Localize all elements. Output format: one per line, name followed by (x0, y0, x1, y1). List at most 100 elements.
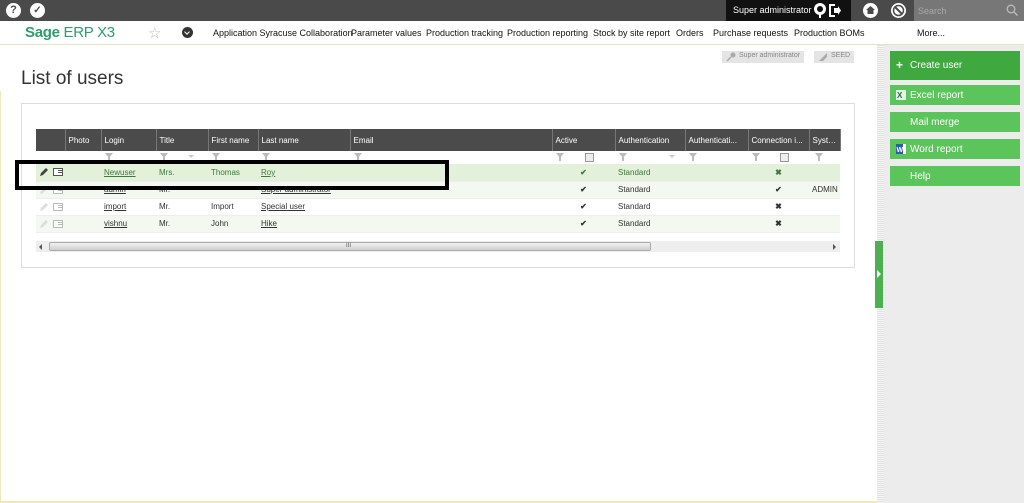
table-row[interactable]: vishnu Mr. John Hike ✔ Standard ✖ (36, 215, 840, 233)
cell-photo (65, 198, 101, 216)
cell-system (809, 215, 840, 233)
scrollbar-thumb[interactable]: III (49, 242, 651, 251)
filter-cell (685, 151, 748, 164)
menu-item-production-reporting[interactable]: Production reporting (507, 28, 588, 38)
filter-icon[interactable] (160, 153, 168, 161)
menu-item-parameter-values[interactable]: Parameter values (351, 28, 422, 38)
filter-cell (809, 151, 840, 164)
tag-seed[interactable]: SEED (814, 51, 855, 63)
user-name[interactable]: Super administrator (733, 5, 812, 15)
menu-item-production-tracking[interactable]: Production tracking (426, 28, 503, 38)
cell-system: ADMIN (809, 181, 840, 199)
menu-item-more[interactable]: More... (917, 28, 945, 38)
cell-title: Mr. (156, 215, 208, 233)
logo-bold: Sage (25, 24, 60, 41)
logout-icon[interactable] (829, 4, 841, 17)
connection-cross-icon: ✖ (748, 215, 809, 233)
menu-bar: Sage ERP X3 ☆ Application Syracuse Colla… (0, 21, 1024, 45)
action-label: Mail merge (910, 117, 960, 128)
cell-first-name: John (208, 215, 258, 233)
annotation-highlight-box (15, 160, 449, 190)
filter-icon[interactable] (212, 153, 220, 161)
tools-icon[interactable]: ✓ (30, 3, 45, 18)
col-title[interactable]: Title (156, 129, 209, 151)
col-active[interactable]: Active (552, 129, 616, 151)
create-user-button[interactable]: + Create user (890, 51, 1020, 80)
col-email[interactable]: Email (350, 129, 553, 151)
table-row[interactable]: import Mr. Import Special user ✔ Standar… (36, 198, 840, 216)
filter-icon[interactable] (105, 153, 113, 161)
cell-authentication: Standard (615, 164, 685, 182)
menu-item-stock-by-site-report[interactable]: Stock by site report (593, 28, 670, 38)
cell-authentication: Standard (615, 198, 685, 216)
cell-login: vishnu (101, 215, 156, 233)
tag-label: Super administrator (739, 52, 801, 59)
menu-item-application-syracuse-collaboration[interactable]: Application Syracuse Collaboration (213, 28, 353, 38)
cell-title: Mr. (156, 198, 208, 216)
word-icon: W (896, 144, 906, 154)
svg-text:W: W (897, 147, 904, 154)
details-card-icon[interactable] (53, 202, 63, 211)
menu-item-production-boms[interactable]: Production BOMs (794, 28, 865, 38)
navigation-icon[interactable] (891, 3, 906, 18)
filter-icon[interactable] (556, 153, 564, 161)
filter-icon[interactable] (619, 153, 627, 161)
dropdown-icon[interactable] (188, 155, 194, 158)
filter-icon[interactable] (262, 153, 270, 161)
col-login[interactable]: Login (101, 129, 157, 151)
key-icon (726, 52, 736, 62)
row-actions (36, 198, 65, 216)
cell-auth2 (685, 164, 748, 182)
col-authentication[interactable]: Authentication (615, 129, 686, 151)
filter-icon[interactable] (815, 153, 823, 161)
edit-pencil-icon[interactable] (39, 202, 49, 212)
thumb-grip: III (346, 243, 352, 249)
scroll-right-arrow-icon[interactable] (833, 244, 836, 250)
excel-report-button[interactable]: X Excel report (890, 85, 1020, 105)
help-button[interactable]: Help (890, 166, 1020, 186)
horizontal-scrollbar[interactable]: III (36, 241, 840, 252)
connection-cross-icon: ✖ (748, 164, 809, 182)
details-card-icon[interactable] (53, 219, 63, 228)
chevron-down-icon[interactable] (182, 27, 193, 38)
connection-filter-checkbox[interactable] (780, 153, 789, 162)
filter-cell (748, 151, 809, 164)
search-icon[interactable] (1006, 4, 1018, 16)
user-avatar-icon[interactable] (813, 3, 827, 18)
active-check-icon: ✔ (552, 164, 615, 182)
col-authentication-2[interactable]: Authenticati... (685, 129, 749, 151)
collapse-panel-handle[interactable] (875, 241, 883, 308)
help-icon[interactable]: ? (6, 3, 21, 18)
filter-cell (615, 151, 685, 164)
search-input[interactable] (918, 4, 1003, 17)
last-name-link[interactable]: Hike (261, 219, 277, 228)
menu-item-purchase-requests[interactable]: Purchase requests (713, 28, 788, 38)
dropdown-icon[interactable] (669, 155, 675, 158)
home-icon[interactable] (863, 3, 878, 18)
col-first-name[interactable]: First name (208, 129, 259, 151)
active-filter-checkbox[interactable] (585, 153, 594, 162)
filter-icon[interactable] (752, 153, 760, 161)
col-system[interactable]: Syste... (809, 129, 841, 151)
col-connection[interactable]: Connection i... (748, 129, 810, 151)
last-name-link[interactable]: Special user (261, 202, 305, 211)
tag-super-administrator[interactable]: Super administrator (722, 51, 805, 63)
favorite-star-icon[interactable]: ☆ (148, 24, 161, 42)
action-label: Help (910, 171, 931, 182)
filter-icon[interactable] (354, 153, 362, 161)
cell-auth2 (685, 215, 748, 233)
filter-icon[interactable] (689, 153, 697, 161)
sage-logo[interactable]: Sage ERP X3 (25, 24, 115, 41)
col-last-name[interactable]: Last name (258, 129, 351, 151)
login-link[interactable]: import (104, 202, 126, 211)
scroll-left-arrow-icon[interactable] (39, 244, 42, 250)
word-report-button[interactable]: W Word report (890, 139, 1020, 159)
mail-merge-button[interactable]: Mail merge (890, 112, 1020, 132)
active-check-icon: ✔ (552, 181, 615, 199)
menu-item-orders[interactable]: Orders (676, 28, 704, 38)
col-photo[interactable]: Photo (65, 129, 102, 151)
edit-pencil-icon[interactable] (39, 219, 49, 229)
login-link[interactable]: vishnu (104, 219, 127, 228)
action-label: Word report (910, 144, 963, 155)
cell-system (809, 198, 840, 216)
